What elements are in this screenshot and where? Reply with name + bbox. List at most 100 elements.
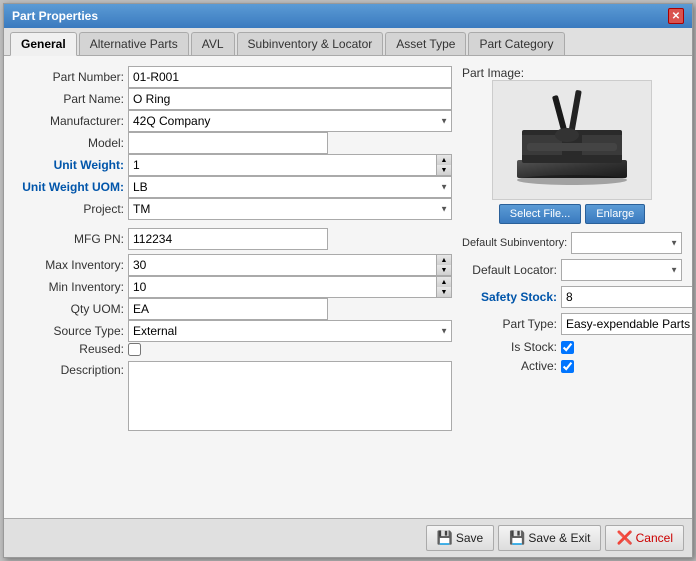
part-name-label: Part Name: [14,92,124,106]
max-inventory-down[interactable]: ▼ [437,265,451,275]
qty-uom-label: Qty UOM: [14,302,124,316]
source-type-label: Source Type: [14,324,124,338]
title-bar: Part Properties ✕ [4,4,692,28]
max-inventory-label: Max Inventory: [14,258,124,272]
manufacturer-row: Manufacturer: 42Q Company [14,110,452,132]
safety-stock-row: Safety Stock: ▲ ▼ [462,286,682,308]
part-type-row: Part Type: Easy-expendable Parts [462,313,682,335]
part-number-label: Part Number: [14,70,124,84]
image-buttons: Select File... Enlarge [499,204,645,224]
tab-alt-parts[interactable]: Alternative Parts [79,32,189,55]
part-type-label: Part Type: [462,317,557,331]
right-fields: Default Subinventory: Default Locator: [462,232,682,373]
tab-asset-type[interactable]: Asset Type [385,32,466,55]
unit-weight-row: Unit Weight: ▲ ▼ [14,154,452,176]
max-inventory-row: Max Inventory: ▲ ▼ [14,254,452,276]
enlarge-button[interactable]: Enlarge [585,204,645,224]
part-number-row: Part Number: [14,66,452,88]
cancel-button[interactable]: ❌ Cancel [605,525,684,551]
qty-uom-row: Qty UOM: [14,298,452,320]
max-inventory-input[interactable] [128,254,437,276]
tab-bar: General Alternative Parts AVL Subinvento… [4,28,692,56]
mfg-pn-input[interactable] [128,228,328,250]
part-name-row: Part Name: [14,88,452,110]
tab-avl[interactable]: AVL [191,32,235,55]
part-image-svg [497,85,647,195]
project-label: Project: [14,202,124,216]
mfg-pn-row: MFG PN: [14,228,452,250]
cancel-label: Cancel [636,531,673,545]
source-type-select[interactable]: External [128,320,452,342]
unit-weight-input[interactable] [128,154,437,176]
default-subinventory-select[interactable] [571,232,682,254]
default-subinventory-label: Default Subinventory: [462,237,567,249]
part-image [492,80,652,200]
reused-checkbox[interactable] [128,343,141,356]
unit-weight-label: Unit Weight: [14,158,124,172]
model-row: Model: [14,132,452,154]
safety-stock-label: Safety Stock: [462,290,557,304]
save-icon: 💾 [437,530,453,546]
max-inventory-spinner[interactable]: ▲ ▼ [437,254,452,276]
save-button[interactable]: 💾 Save [426,525,495,551]
save-exit-icon: 💾 [509,530,525,546]
project-select[interactable]: TM [128,198,452,220]
description-textarea[interactable] [128,361,452,431]
window-title: Part Properties [12,9,98,23]
min-inventory-input[interactable] [128,276,437,298]
manufacturer-label: Manufacturer: [14,114,124,128]
project-row: Project: TM [14,198,452,220]
qty-uom-input[interactable] [128,298,328,320]
tab-subinventory[interactable]: Subinventory & Locator [237,32,384,55]
is-stock-row: Is Stock: [462,340,682,354]
save-label: Save [456,531,483,545]
max-inventory-up[interactable]: ▲ [437,255,451,265]
source-type-row: Source Type: External [14,320,452,342]
unit-weight-uom-row: Unit Weight UOM: LB [14,176,452,198]
is-stock-label: Is Stock: [462,340,557,354]
active-row: Active: [462,359,682,373]
cancel-icon: ❌ [616,530,632,546]
min-inventory-row: Min Inventory: ▲ ▼ [14,276,452,298]
part-type-select[interactable]: Easy-expendable Parts [561,313,692,335]
left-section: Part Number: Part Name: Manufacturer: 42… [14,66,452,431]
unit-weight-uom-label: Unit Weight UOM: [14,180,124,194]
image-section: Part Image: [462,66,682,224]
default-locator-row: Default Locator: [462,259,682,281]
part-image-label: Part Image: [462,66,524,80]
manufacturer-select[interactable]: 42Q Company [128,110,452,132]
unit-weight-up[interactable]: ▲ [437,155,451,165]
part-properties-window: Part Properties ✕ General Alternative Pa… [3,3,693,558]
save-exit-label: Save & Exit [528,531,590,545]
min-inventory-up[interactable]: ▲ [437,277,451,287]
min-inventory-down[interactable]: ▼ [437,287,451,297]
right-section: Part Image: [462,66,682,431]
reused-row: Reused: [14,342,452,356]
default-subinventory-row: Default Subinventory: [462,232,682,254]
tab-part-category[interactable]: Part Category [468,32,564,55]
save-exit-button[interactable]: 💾 Save & Exit [498,525,601,551]
active-checkbox[interactable] [561,360,574,373]
active-label: Active: [462,359,557,373]
default-locator-label: Default Locator: [462,263,557,277]
part-name-input[interactable] [128,88,452,110]
default-locator-select[interactable] [561,259,682,281]
unit-weight-uom-select[interactable]: LB [128,176,452,198]
min-inventory-spinner[interactable]: ▲ ▼ [437,276,452,298]
safety-stock-input[interactable] [561,286,692,308]
tab-general[interactable]: General [10,32,77,56]
description-row: Description: [14,361,452,431]
reused-label: Reused: [14,342,124,356]
is-stock-checkbox[interactable] [561,341,574,354]
unit-weight-spinner[interactable]: ▲ ▼ [437,154,452,176]
form-content: Part Number: Part Name: Manufacturer: 42… [4,56,692,518]
select-file-button[interactable]: Select File... [499,204,582,224]
min-inventory-label: Min Inventory: [14,280,124,294]
mfg-pn-label: MFG PN: [14,232,124,246]
footer: 💾 Save 💾 Save & Exit ❌ Cancel [4,518,692,557]
model-input[interactable] [128,132,328,154]
part-number-input[interactable] [128,66,452,88]
close-button[interactable]: ✕ [668,8,684,24]
description-label: Description: [14,363,124,377]
unit-weight-down[interactable]: ▼ [437,165,451,175]
